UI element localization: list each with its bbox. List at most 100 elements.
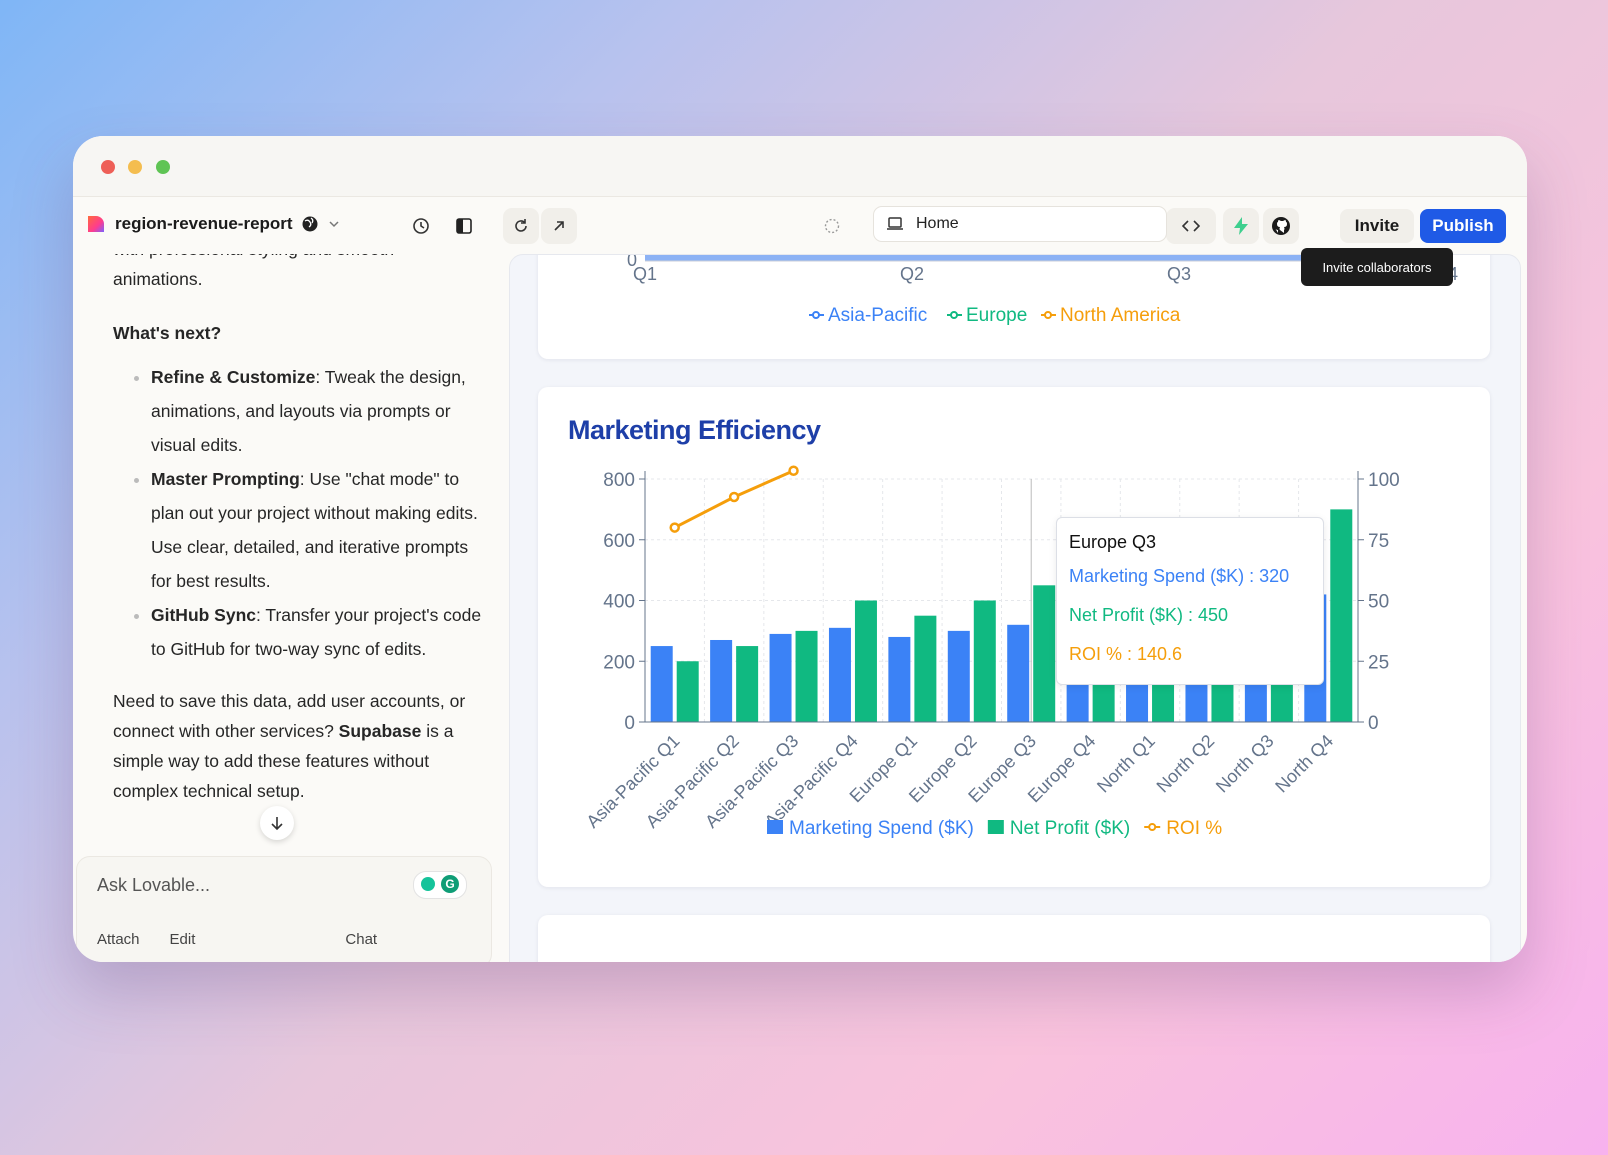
bar[interactable] [676,661,699,722]
bar[interactable] [854,600,877,723]
legend-label: Asia-Pacific [828,305,927,326]
bar[interactable] [888,636,911,722]
legend-label[interactable]: ROI % [1166,818,1222,839]
legend-marker-dot [950,311,958,319]
refresh-button[interactable] [503,208,539,244]
x-tick-label: Q3 [1167,264,1191,284]
tooltip-line: ROI % : 140.6 [1069,644,1183,664]
app-window: region-revenue-report Home Invite Publis… [73,136,1527,962]
outro-text: Need to save this data, add user account… [113,686,483,806]
chat-mode-button[interactable]: Chat [345,931,377,948]
lovable-logo-icon [88,216,104,232]
tooltip-line: Net Profit ($K) : 450 [1069,605,1229,625]
scroll-down-button[interactable] [260,806,294,840]
marketing-efficiency-card: Marketing Efficiency 0 200 400 600 800 0 25 50 7… [538,387,1490,887]
publish-button[interactable]: Publish [1420,209,1506,243]
code-view-button[interactable] [1166,208,1216,244]
minimize-window-button[interactable] [128,160,142,174]
invite-button[interactable]: Invite [1340,209,1414,243]
x-tick-label: North Q2 [1153,731,1219,797]
y2-tick-label: 75 [1368,531,1389,552]
legend-marker-dot [812,311,820,319]
toolbar: region-revenue-report [73,197,1527,255]
bar[interactable] [973,600,996,723]
item-title: Refine & Customize [151,367,316,387]
y-tick-label: 600 [603,531,635,552]
bar[interactable] [650,646,673,722]
composer: Ask Lovable... G Attach Edit Chat [76,856,492,962]
github-button[interactable] [1263,208,1299,244]
arrow-up-right-icon [554,221,564,231]
list-item: GitHub Sync: Transfer your project's cod… [151,598,483,666]
x-tick-label: Q1 [633,264,657,284]
intro-text: with professional styling and smooth ani… [113,254,394,289]
tooltip-line: Marketing Spend ($K) : 320 [1069,566,1290,586]
globe-icon [302,216,318,232]
roi-point[interactable] [728,491,740,503]
bar[interactable] [828,627,851,722]
area-baseline-band [645,255,1315,261]
edit-button[interactable]: Edit [170,931,196,948]
legend-label: Europe [966,305,1027,326]
supabase-link[interactable]: Supabase [339,721,422,741]
marketing-efficiency-chart: 02004006008000255075100Asia-Pacific Q1As… [582,465,1400,839]
x-tick-label: North Q4 [1271,731,1337,797]
chat-input[interactable]: Ask Lovable... [97,875,210,896]
github-icon [1272,217,1290,235]
sidebar-icon [456,218,472,234]
history-button[interactable] [403,208,439,244]
supabase-button[interactable] [1223,208,1259,244]
bar[interactable] [1007,624,1030,722]
x-tick-label: North Q1 [1093,731,1159,797]
close-window-button[interactable] [101,160,115,174]
tooltip-title: Europe Q3 [1069,532,1157,552]
x-tick-label: North Q3 [1212,731,1278,797]
legend-marker-dot [1044,311,1052,319]
y-tick-label: 0 [624,713,635,734]
chat-message: with professional styling and smooth ani… [113,254,483,806]
invite-tooltip: Invite collaborators [1301,248,1453,286]
project-switcher[interactable]: region-revenue-report [85,209,341,239]
y2-tick-label: 50 [1368,592,1389,613]
history-icon [413,218,429,234]
url-label: Home [916,215,959,232]
chat-panel: with professional styling and smooth ani… [73,254,497,962]
refresh-icon [515,219,527,232]
legend-label: North America [1060,305,1181,326]
legend-label[interactable]: Marketing Spend ($K) [789,818,974,839]
maximize-window-button[interactable] [156,160,170,174]
legend-label[interactable]: Net Profit ($K) [1010,818,1130,839]
title-bar [73,136,1527,197]
legend-swatch [987,820,1004,834]
lightning-icon [1234,217,1248,235]
whats-next-heading: What's next? [113,323,222,343]
bar[interactable] [1330,509,1353,722]
open-external-button[interactable] [541,208,577,244]
y-tick-label: 200 [603,652,635,673]
bar[interactable] [769,633,792,722]
y2-tick-label: 25 [1368,652,1389,673]
roi-line [674,469,798,529]
grammarly-widget[interactable]: G [413,871,467,899]
legend-swatch-dot [1148,823,1157,831]
roi-point[interactable] [788,465,799,476]
bar[interactable] [710,639,733,722]
roi-point[interactable] [669,522,680,533]
chevron-down-icon [329,221,339,228]
url-bar[interactable]: Home [873,206,1167,242]
bar[interactable] [1033,585,1056,722]
attach-button[interactable]: Attach [97,931,140,948]
bar[interactable] [795,630,818,722]
bar[interactable] [736,646,759,722]
arrow-down-icon [271,817,283,831]
x-tick-label: Q2 [900,264,924,284]
bar[interactable] [947,630,970,722]
bar[interactable] [914,615,937,722]
composer-actions: Attach Edit Chat [97,931,377,948]
y2-tick-label: 0 [1368,713,1379,734]
y2-tick-label: 100 [1368,470,1400,491]
toggle-sidebar-button[interactable] [446,208,482,244]
loading-indicator [817,208,847,244]
preview-pane: 0 Q1 Q2 Q3 Q4 Asia-Pacific Europe North … [509,254,1521,962]
y-tick-label: 800 [603,470,635,491]
